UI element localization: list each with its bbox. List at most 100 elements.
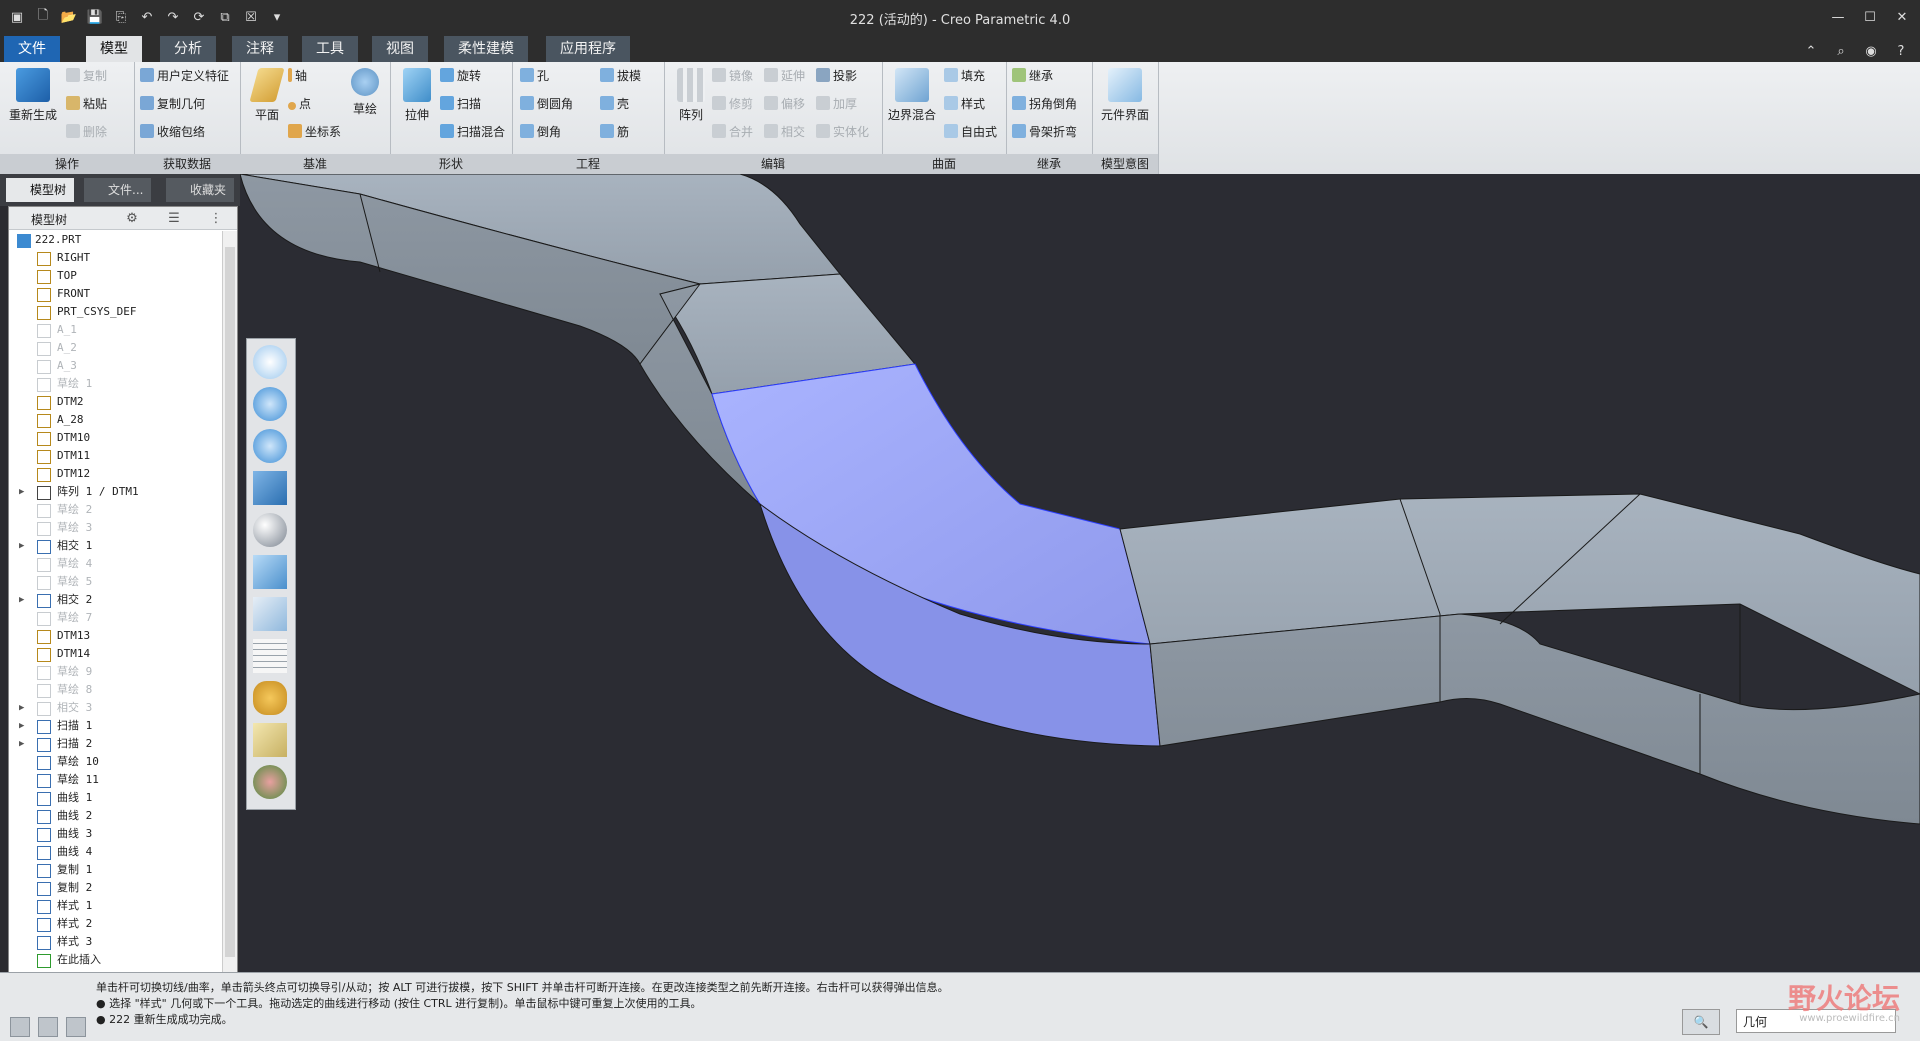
group-label-shapes[interactable]: 形状	[390, 154, 512, 174]
axis-button[interactable]: 轴	[288, 66, 307, 86]
group-label-engineering[interactable]: 工程	[512, 154, 664, 174]
tree-item[interactable]: FRONT	[9, 285, 223, 303]
tree-item[interactable]: ▶ 相交 2	[9, 591, 223, 609]
expand-arrow-icon[interactable]: ▶	[19, 591, 24, 609]
tree-item[interactable]: A_3	[9, 357, 223, 375]
tree-item[interactable]: 样式 3	[9, 933, 223, 951]
style-button[interactable]: 样式	[944, 94, 985, 114]
tree-item[interactable]: PRT_CSYS_DEF	[9, 303, 223, 321]
minimize-icon[interactable]: —	[1828, 6, 1848, 28]
copy-button[interactable]: 复制	[66, 66, 107, 86]
view-manager-icon[interactable]	[253, 597, 287, 631]
group-label-surfaces[interactable]: 曲面	[882, 154, 1006, 174]
spinal-bend-button[interactable]: 骨架折弯	[1012, 122, 1077, 142]
toggle-browser-icon[interactable]	[38, 1017, 58, 1037]
tab-favorites[interactable]: 收藏夹	[166, 178, 235, 202]
hole-button[interactable]: 孔	[520, 66, 549, 86]
boundary-blend-button[interactable]: 边界混合	[882, 68, 942, 123]
tree-item[interactable]: 曲线 4	[9, 843, 223, 861]
full-screen-icon[interactable]	[66, 1017, 86, 1037]
tree-item[interactable]: RIGHT	[9, 249, 223, 267]
tab-analysis[interactable]: 分析	[160, 36, 216, 62]
project-button[interactable]: 投影	[816, 66, 857, 86]
merge-button[interactable]: 合并	[712, 122, 753, 142]
tree-item[interactable]: 复制 2	[9, 879, 223, 897]
tree-scrollbar[interactable]	[222, 231, 237, 973]
perspective-icon[interactable]	[253, 639, 287, 673]
search-icon[interactable]: ⌕	[1830, 40, 1852, 62]
display-style-icon[interactable]	[253, 513, 287, 547]
component-interface-button[interactable]: 元件界面	[1096, 68, 1154, 123]
thicken-button[interactable]: 加厚	[816, 94, 857, 114]
expand-arrow-icon[interactable]: ▶	[19, 537, 24, 555]
tab-file[interactable]: 文件	[4, 36, 60, 62]
tab-annotate[interactable]: 注释	[232, 36, 288, 62]
tree-item[interactable]: ▶ 扫描 1	[9, 717, 223, 735]
freestyle-button[interactable]: 自由式	[944, 122, 997, 142]
tree-item[interactable]: 曲线 3	[9, 825, 223, 843]
fill-button[interactable]: 填充	[944, 66, 985, 86]
round-button[interactable]: 倒圆角	[520, 94, 573, 114]
zoom-fit-icon[interactable]	[253, 345, 287, 379]
tree-item[interactable]: ▶ 相交 1	[9, 537, 223, 555]
revolve-button[interactable]: 旋转	[440, 66, 481, 86]
tree-item[interactable]: DTM10	[9, 429, 223, 447]
intersect-button[interactable]: 相交	[764, 122, 805, 142]
tab-tools[interactable]: 工具	[302, 36, 358, 62]
draft-button[interactable]: 拔模	[600, 66, 641, 86]
datum-display-icon[interactable]	[253, 681, 287, 715]
expand-arrow-icon[interactable]: ▶	[19, 483, 24, 501]
pattern-button[interactable]: 阵列	[664, 68, 718, 123]
point-button[interactable]: 点	[288, 94, 311, 114]
tree-item[interactable]: 草绘 3	[9, 519, 223, 537]
annotation-display-icon[interactable]	[253, 723, 287, 757]
maximize-icon[interactable]: ☐	[1860, 6, 1880, 28]
expand-arrow-icon[interactable]: ▶	[19, 717, 24, 735]
spin-center-icon[interactable]	[253, 765, 287, 799]
find-icon[interactable]: 🔍	[1682, 1009, 1720, 1035]
tab-view[interactable]: 视图	[372, 36, 428, 62]
tree-item[interactable]: 草绘 10	[9, 753, 223, 771]
expand-arrow-icon[interactable]: ▶	[19, 699, 24, 717]
tree-item[interactable]: 复制 1	[9, 861, 223, 879]
sketch-button[interactable]: 草绘	[338, 68, 392, 117]
tree-item[interactable]: 草绘 2	[9, 501, 223, 519]
paste-button[interactable]: 粘贴	[66, 94, 107, 114]
group-label-get-data[interactable]: 获取数据	[134, 154, 240, 174]
sweep-button[interactable]: 扫描	[440, 94, 481, 114]
tree-item[interactable]: 样式 2	[9, 915, 223, 933]
solidify-button[interactable]: 实体化	[816, 122, 869, 142]
chamfer-button[interactable]: 倒角	[520, 122, 561, 142]
tree-item[interactable]: ▶ 阵列 1 / DTM1	[9, 483, 223, 501]
tree-item[interactable]: DTM12	[9, 465, 223, 483]
extrude-button[interactable]: 拉伸	[390, 68, 444, 123]
tree-item[interactable]: 曲线 1	[9, 789, 223, 807]
shrinkwrap-button[interactable]: 收缩包络	[140, 122, 205, 142]
tab-applications[interactable]: 应用程序	[546, 36, 630, 62]
close-icon[interactable]: ✕	[1892, 6, 1912, 28]
inherit-button[interactable]: 继承	[1012, 66, 1053, 86]
tab-model[interactable]: 模型	[86, 36, 142, 62]
tree-item[interactable]: 草绘 4	[9, 555, 223, 573]
tree-item[interactable]: 草绘 1	[9, 375, 223, 393]
tree-item[interactable]: A_1	[9, 321, 223, 339]
tree-item[interactable]: DTM2	[9, 393, 223, 411]
delete-button[interactable]: 删除	[66, 122, 107, 142]
copy-geometry-button[interactable]: 复制几何	[140, 94, 205, 114]
mirror-button[interactable]: 镜像	[712, 66, 753, 86]
community-icon[interactable]: ◉	[1860, 40, 1882, 62]
side-face-right[interactable]	[1149, 613, 1920, 825]
tree-item[interactable]: ▶ 相交 3	[9, 699, 223, 717]
tree-item[interactable]: 222.PRT	[9, 231, 223, 249]
help-icon[interactable]: ?	[1890, 40, 1912, 62]
graphics-viewport[interactable]	[240, 174, 1920, 972]
expand-arrow-icon[interactable]: ▶	[19, 735, 24, 753]
group-label-datum[interactable]: 基准	[240, 154, 390, 174]
tree-filter-icon[interactable]: ⋮	[205, 207, 227, 229]
extend-button[interactable]: 延伸	[764, 66, 805, 86]
tree-item[interactable]: 在此插入	[9, 951, 223, 969]
toggle-navigator-icon[interactable]	[10, 1017, 30, 1037]
tree-item[interactable]: 草绘 5	[9, 573, 223, 591]
trim-button[interactable]: 修剪	[712, 94, 753, 114]
group-label-model-intent[interactable]: 模型意图	[1092, 154, 1158, 174]
